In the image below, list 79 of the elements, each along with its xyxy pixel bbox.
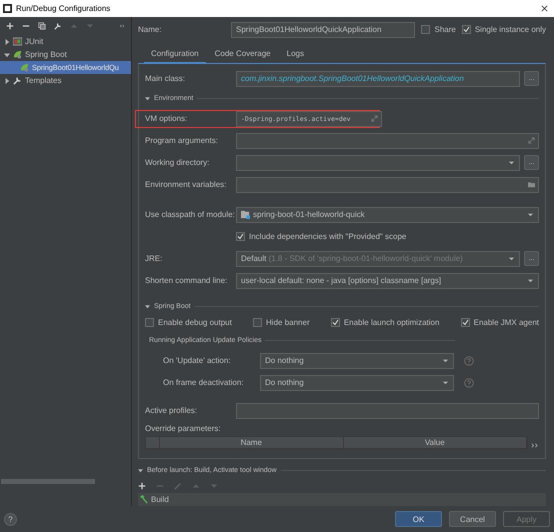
field-label: Main class: xyxy=(145,74,186,84)
leaf-icon xyxy=(20,63,29,72)
checkbox-label[interactable]: Hide banner xyxy=(266,318,310,328)
collapse-arrow-icon[interactable] xyxy=(145,96,150,102)
hammer-icon xyxy=(139,495,148,504)
collapse-arrow-icon[interactable] xyxy=(145,304,150,310)
app-icon xyxy=(3,4,12,13)
window-title: Run/Debug Configurations xyxy=(16,4,112,13)
checkbox-label[interactable]: Single instance only xyxy=(474,25,546,34)
column-header[interactable]: Name xyxy=(160,436,344,448)
text-field[interactable] xyxy=(236,176,539,193)
wrench-icon[interactable] xyxy=(54,22,62,30)
field-label: Override parameters: xyxy=(145,423,222,436)
checkbox[interactable] xyxy=(253,318,262,328)
checkbox-label[interactable]: Enable launch optimization xyxy=(344,318,440,328)
dialog-button[interactable]: Cancel xyxy=(449,511,496,527)
junit-icon xyxy=(13,37,22,46)
dropdown-arrow-icon[interactable] xyxy=(527,211,534,218)
tab[interactable]: Code Coverage xyxy=(208,46,278,64)
checkbox-label[interactable]: Include dependencies with "Provided" scope xyxy=(249,232,406,242)
add-icon[interactable] xyxy=(138,482,146,490)
tree-item[interactable]: JUnit xyxy=(0,35,131,48)
expand-icon[interactable] xyxy=(371,115,378,122)
expand-arrow-icon[interactable] xyxy=(4,52,10,58)
checkbox-label[interactable]: Enable debug output xyxy=(158,318,232,328)
main-class-field[interactable]: com.jinxin.springboot.SpringBoot01HelloworldQuickApplication xyxy=(236,70,520,87)
tree-item[interactable]: Spring Boot xyxy=(0,48,131,61)
copy-icon[interactable] xyxy=(38,22,46,30)
dropdown[interactable]: Do nothing xyxy=(260,374,454,391)
field-label: On 'Update' action: xyxy=(163,356,232,366)
collapse-arrow-icon[interactable] xyxy=(138,468,143,473)
leaf-icon xyxy=(13,50,22,59)
dialog-button[interactable]: OK xyxy=(395,511,442,527)
name-field[interactable]: SpringBoot01HelloworldQuickApplication xyxy=(231,22,416,38)
scrollbar-thumb[interactable] xyxy=(1,479,95,484)
dropdown[interactable]: user-local default: none - java [options] classname [args] xyxy=(236,272,539,289)
tab[interactable]: Configuration xyxy=(144,46,206,64)
expand-arrow-icon[interactable] xyxy=(4,38,10,44)
active-profiles-field[interactable] xyxy=(236,402,539,419)
field-label: Name: xyxy=(138,25,163,34)
field-label: Use classpath of module: xyxy=(145,210,232,220)
checkbox-label[interactable]: Share xyxy=(434,25,456,34)
expand-icon[interactable] xyxy=(528,137,535,144)
checkbox[interactable] xyxy=(460,318,470,328)
field-label: On frame deactivation: xyxy=(163,378,244,388)
dropdown[interactable]: Do nothing xyxy=(260,352,454,369)
wrench-icon xyxy=(13,76,22,85)
dropdown-arrow-icon[interactable] xyxy=(508,159,515,166)
field-label: Environment variables: xyxy=(145,180,228,190)
more-icon[interactable] xyxy=(530,440,539,450)
checkbox[interactable] xyxy=(236,232,245,242)
help-button[interactable]: ? xyxy=(4,512,17,526)
text-field[interactable] xyxy=(236,132,539,149)
module-folder-icon xyxy=(241,210,250,220)
checkbox[interactable] xyxy=(145,318,154,328)
field-label: VM options: xyxy=(145,114,188,124)
tree-item[interactable]: Templates xyxy=(0,74,131,87)
column-header[interactable]: Value xyxy=(344,436,527,448)
task-item[interactable]: Build xyxy=(138,493,546,506)
checkbox[interactable] xyxy=(421,25,430,34)
add-icon[interactable] xyxy=(6,22,14,30)
field-label: JRE: xyxy=(145,254,164,264)
field-label: Working directory: xyxy=(145,158,210,168)
checkbox-label[interactable]: Enable JMX agent xyxy=(474,318,539,328)
checkbox[interactable] xyxy=(330,318,340,328)
dropdown-arrow-icon[interactable] xyxy=(527,277,534,284)
dropdown[interactable]: spring-boot-01-helloworld-quick xyxy=(236,206,539,223)
field-label: Program arguments: xyxy=(145,136,219,146)
more-icon[interactable] xyxy=(119,22,125,30)
dropdown-arrow-icon[interactable] xyxy=(508,255,515,262)
folder-icon[interactable] xyxy=(528,181,535,188)
checkbox[interactable] xyxy=(462,25,471,34)
tab[interactable]: Logs xyxy=(280,46,311,64)
dropdown-arrow-icon[interactable] xyxy=(442,379,449,386)
close-icon[interactable] xyxy=(541,5,548,12)
expand-arrow-icon[interactable] xyxy=(4,78,10,84)
field-label: Shorten command line: xyxy=(145,276,228,286)
dropdown-arrow-icon[interactable] xyxy=(442,357,449,364)
field-label: Active profiles: xyxy=(145,406,198,416)
